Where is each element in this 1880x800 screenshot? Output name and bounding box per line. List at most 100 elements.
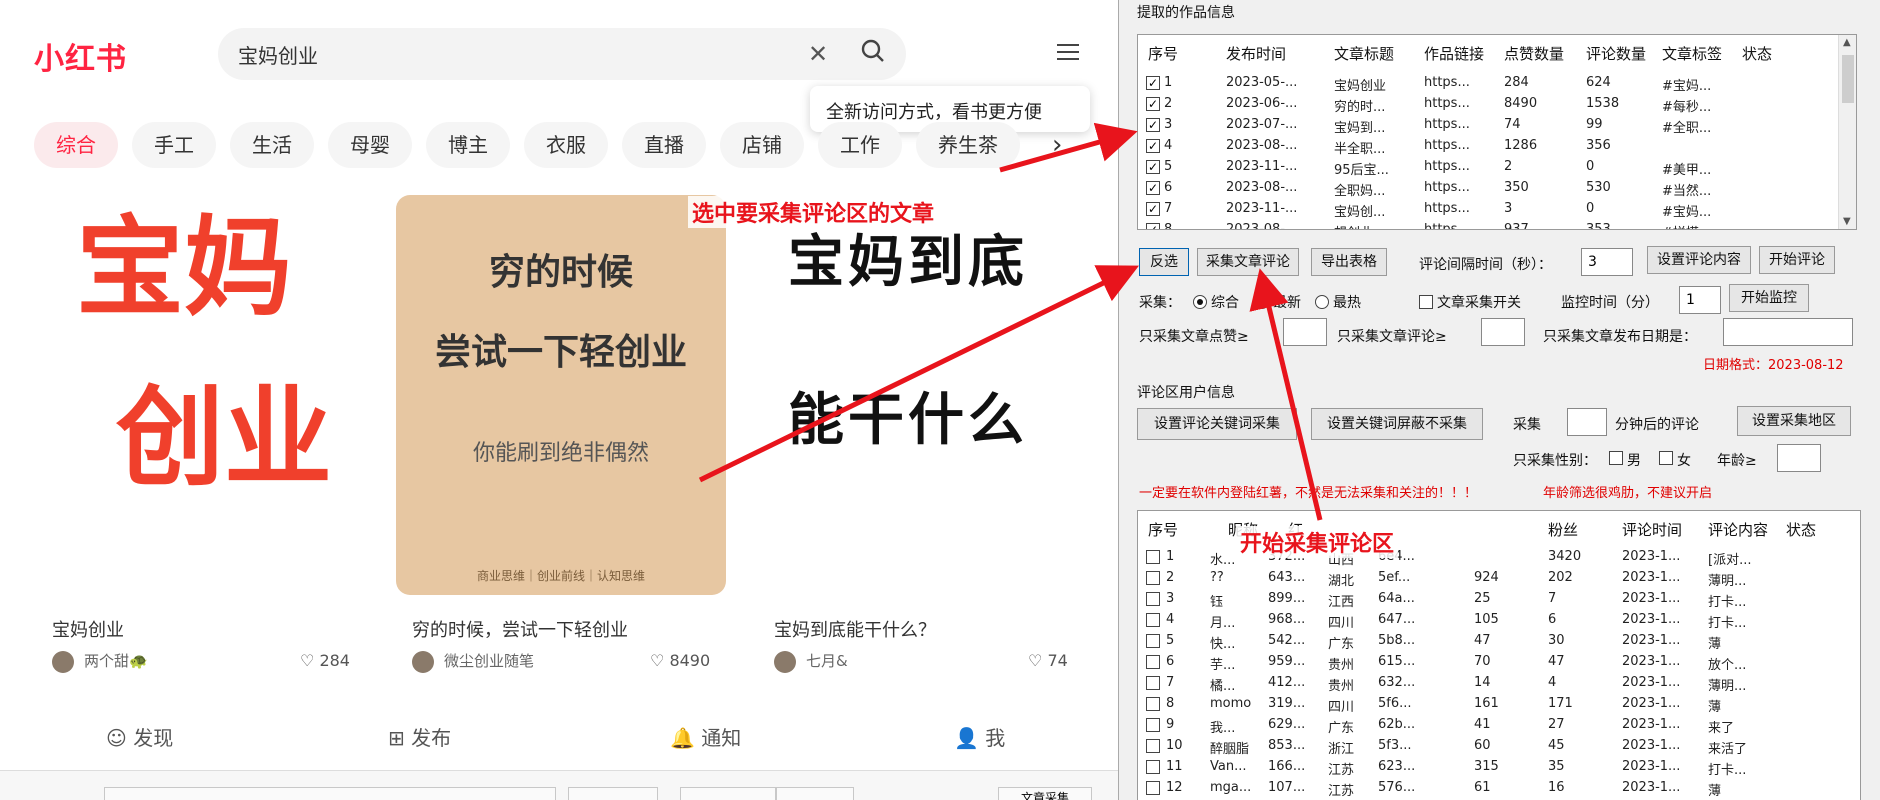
start-monitor-button[interactable]: 开始监控 bbox=[1729, 284, 1809, 312]
publish-date-input[interactable] bbox=[1723, 318, 1853, 346]
scroll-up-icon[interactable]: ▲ bbox=[1843, 37, 1851, 48]
work-row[interactable]: ✓ 3 2023-07-... 宝妈到... https... 74 99 #全职... bbox=[1138, 115, 1856, 136]
like-count[interactable]: ♡ 74 bbox=[1028, 651, 1068, 670]
row-checkbox[interactable] bbox=[1146, 634, 1160, 648]
work-row[interactable]: ✓ 4 2023-08-... 半全职... https... 1286 356 bbox=[1138, 136, 1856, 157]
column-header[interactable]: 粉丝 bbox=[1548, 519, 1578, 540]
avatar[interactable] bbox=[774, 651, 796, 673]
nav-me[interactable]: 👤 我 bbox=[954, 722, 1005, 751]
column-header[interactable]: 评论时间 bbox=[1622, 519, 1682, 540]
search-input[interactable] bbox=[238, 38, 798, 70]
xhs-logo[interactable]: 小红书 bbox=[34, 34, 127, 78]
tab-yangshengcha[interactable]: 养生茶 bbox=[916, 122, 1020, 168]
row-checkbox[interactable]: ✓ bbox=[1146, 223, 1160, 229]
interval-input[interactable] bbox=[1581, 248, 1633, 276]
nav-publish[interactable]: ⊞ 发布 bbox=[388, 722, 451, 751]
like-count[interactable]: ♡ 284 bbox=[300, 651, 350, 670]
collect-comments-button[interactable]: 采集文章评论 bbox=[1197, 248, 1299, 276]
age-input[interactable] bbox=[1777, 444, 1821, 472]
radio-hot[interactable] bbox=[1315, 295, 1329, 309]
tab-shenghuo[interactable]: 生活 bbox=[230, 122, 314, 168]
row-checkbox[interactable]: ✓ bbox=[1146, 181, 1160, 195]
chevron-right-icon[interactable]: › bbox=[1052, 130, 1062, 160]
column-header[interactable]: 发布时间 bbox=[1226, 43, 1286, 64]
keyword-collect-button[interactable]: 设置评论关键词采集 bbox=[1137, 408, 1297, 440]
tab-muying[interactable]: 母婴 bbox=[328, 122, 412, 168]
tab-gongzuo[interactable]: 工作 bbox=[818, 122, 902, 168]
column-header[interactable]: 序号 bbox=[1148, 519, 1178, 540]
work-row[interactable]: ✓ 5 2023-11-... 95后宝... https... 2 0 #美甲... bbox=[1138, 157, 1856, 178]
tab-zhibo[interactable]: 直播 bbox=[622, 122, 706, 168]
article-collect-button[interactable]: 文章采集 bbox=[998, 787, 1092, 800]
column-header[interactable]: 红 bbox=[1288, 519, 1303, 540]
column-header[interactable]: 评论内容 bbox=[1708, 519, 1768, 540]
row-checkbox[interactable] bbox=[1146, 592, 1160, 606]
tab-zonghe[interactable]: 综合 bbox=[34, 122, 118, 168]
column-header[interactable]: 序号 bbox=[1148, 43, 1178, 64]
work-row[interactable]: ✓ 1 2023-05-... 宝妈创业 https... 284 624 #宝妈... bbox=[1138, 73, 1856, 94]
like-count[interactable]: ♡ 8490 bbox=[650, 651, 710, 670]
user-row[interactable]: 11 Van... 166... 江苏 623... 315 35 2023-1... 打卡..… bbox=[1138, 757, 1860, 778]
row-checkbox[interactable] bbox=[1146, 571, 1160, 585]
column-header[interactable]: 文章标签 bbox=[1662, 43, 1722, 64]
user-row[interactable]: 5 快... 542... 广东 5b8... 47 30 2023-1... 薄 bbox=[1138, 631, 1860, 652]
row-checkbox[interactable]: ✓ bbox=[1146, 76, 1160, 90]
work-row[interactable]: ✓82023-08-...想创业...https...937353#拼搭... bbox=[1138, 220, 1856, 229]
note-author[interactable]: 微尘创业随笔 bbox=[444, 650, 534, 671]
nav-notifications[interactable]: 🔔 通知 bbox=[670, 722, 741, 751]
row-checkbox[interactable] bbox=[1146, 655, 1160, 669]
note-cover[interactable]: 穷的时候 尝试一下轻创业 你能刷到绝非偶然 商业思维｜创业前线｜认知思维 bbox=[396, 195, 726, 595]
note-author[interactable]: 两个甜🐢 bbox=[84, 650, 148, 671]
avatar[interactable] bbox=[412, 651, 434, 673]
note-title[interactable]: 穷的时候，尝试一下轻创业 bbox=[412, 616, 628, 642]
set-comment-content-button[interactable]: 设置评论内容 bbox=[1647, 246, 1751, 274]
bottom-button[interactable] bbox=[680, 787, 776, 800]
row-checkbox[interactable]: ✓ bbox=[1146, 97, 1160, 111]
row-checkbox[interactable] bbox=[1146, 739, 1160, 753]
row-checkbox[interactable] bbox=[1146, 550, 1160, 564]
user-row[interactable]: 3 钰 899... 江西 64a... 25 7 2023-1... 打卡... bbox=[1138, 589, 1860, 610]
monitor-time-input[interactable] bbox=[1679, 286, 1721, 314]
note-author[interactable]: 七月& bbox=[806, 650, 848, 671]
column-header[interactable]: 作品链接 bbox=[1424, 43, 1484, 64]
minutes-after-input[interactable] bbox=[1567, 408, 1607, 436]
note-title[interactable]: 宝妈到底能干什么？ bbox=[774, 616, 936, 642]
work-row[interactable]: ✓ 2 2023-06-... 穷的时... https... 8490 1538 #每秒..… bbox=[1138, 94, 1856, 115]
female-checkbox[interactable] bbox=[1659, 451, 1673, 465]
note-title[interactable]: 宝妈创业 bbox=[52, 616, 124, 642]
bottom-button[interactable] bbox=[568, 787, 658, 800]
male-checkbox[interactable] bbox=[1609, 451, 1623, 465]
row-checkbox[interactable]: ✓ bbox=[1146, 160, 1160, 174]
clear-icon[interactable]: ✕ bbox=[808, 40, 828, 68]
column-header[interactable]: 文章标题 bbox=[1334, 43, 1394, 64]
row-checkbox[interactable]: ✓ bbox=[1146, 202, 1160, 216]
row-checkbox[interactable] bbox=[1146, 718, 1160, 732]
min-likes-input[interactable] bbox=[1283, 318, 1327, 346]
search-box[interactable] bbox=[218, 28, 906, 80]
tab-shougong[interactable]: 手工 bbox=[132, 122, 216, 168]
bottom-button[interactable] bbox=[776, 787, 854, 800]
user-row[interactable]: 10 醉胭脂 853... 浙江 5f3... 60 45 2023-1... 来活了 bbox=[1138, 736, 1860, 757]
user-row[interactable]: 8 momo 319... 四川 5f6... 161 171 2023-1... 薄 bbox=[1138, 694, 1860, 715]
row-checkbox[interactable] bbox=[1146, 760, 1160, 774]
user-row[interactable]: 4 月... 968... 四川 647... 105 6 2023-1... 打卡... bbox=[1138, 610, 1860, 631]
article-collect-checkbox[interactable] bbox=[1419, 295, 1433, 309]
row-checkbox[interactable]: ✓ bbox=[1146, 118, 1160, 132]
row-checkbox[interactable] bbox=[1146, 781, 1160, 795]
nav-discover[interactable]: ☺ 发现 bbox=[106, 722, 173, 751]
user-row[interactable]: 6 芋... 959... 贵州 615... 70 47 2023-1... 放个... bbox=[1138, 652, 1860, 673]
set-region-button[interactable]: 设置采集地区 bbox=[1737, 406, 1851, 436]
export-table-button[interactable]: 导出表格 bbox=[1311, 248, 1387, 276]
bottom-input[interactable] bbox=[104, 787, 556, 800]
column-header[interactable]: 状态 bbox=[1786, 519, 1816, 540]
column-header[interactable]: 点赞数量 bbox=[1504, 43, 1564, 64]
user-row[interactable]: 12 mga... 107... 江苏 576... 61 16 2023-1... 薄 bbox=[1138, 778, 1860, 799]
row-checkbox[interactable]: ✓ bbox=[1146, 139, 1160, 153]
invert-selection-button[interactable]: 反选 bbox=[1139, 248, 1189, 276]
row-checkbox[interactable] bbox=[1146, 613, 1160, 627]
menu-icon[interactable] bbox=[1057, 42, 1081, 66]
user-row[interactable]: 9 我... 629... 广东 62b... 41 27 2023-1... 来了 bbox=[1138, 715, 1860, 736]
radio-new[interactable] bbox=[1255, 295, 1269, 309]
radio-all[interactable] bbox=[1193, 295, 1207, 309]
work-row[interactable]: ✓ 6 2023-08-... 全职妈... https... 350 530 #当然... bbox=[1138, 178, 1856, 199]
